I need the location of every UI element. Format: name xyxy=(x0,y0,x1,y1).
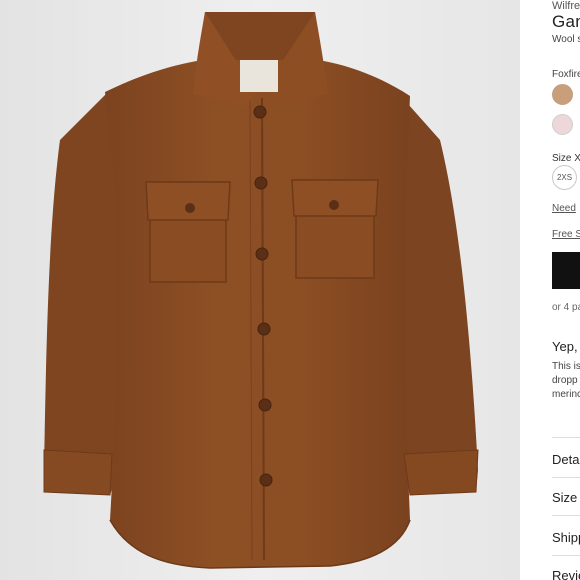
description-heading: Yep, xyxy=(552,339,578,354)
description-line-3: merinc xyxy=(552,389,580,400)
size-guide-link[interactable]: Need xyxy=(552,203,576,214)
accordion-shipping[interactable]: Shipp xyxy=(552,530,580,545)
product-details-panel: Wilfre Gan Wool s Foxfire Size X 2XS Nee… xyxy=(520,0,580,580)
free-shipping-link[interactable]: Free S xyxy=(552,229,580,240)
description-line-2: dropp xyxy=(552,375,578,386)
accordion-size[interactable]: Size xyxy=(552,490,577,505)
accordion-reviews[interactable]: Revie xyxy=(552,568,580,580)
product-image[interactable] xyxy=(0,0,520,580)
divider xyxy=(552,515,580,516)
divider xyxy=(552,555,580,556)
accordion-details[interactable]: Deta xyxy=(552,452,579,467)
description-line-1: This is xyxy=(552,361,580,372)
tan-swatch[interactable] xyxy=(552,84,573,105)
payment-installments-text: or 4 pa xyxy=(552,302,580,313)
size-label: Size X xyxy=(552,153,580,164)
add-to-bag-button[interactable] xyxy=(552,252,580,289)
product-subtitle: Wool s xyxy=(552,34,580,45)
coat-illustration xyxy=(0,0,520,580)
divider xyxy=(552,437,580,438)
product-name: Gan xyxy=(552,12,580,31)
divider xyxy=(552,477,580,478)
size-option-2xs[interactable]: 2XS xyxy=(552,165,577,190)
color-name: Foxfire xyxy=(552,69,580,80)
brand-name[interactable]: Wilfre xyxy=(552,0,580,12)
pink-swatch[interactable] xyxy=(552,114,573,135)
